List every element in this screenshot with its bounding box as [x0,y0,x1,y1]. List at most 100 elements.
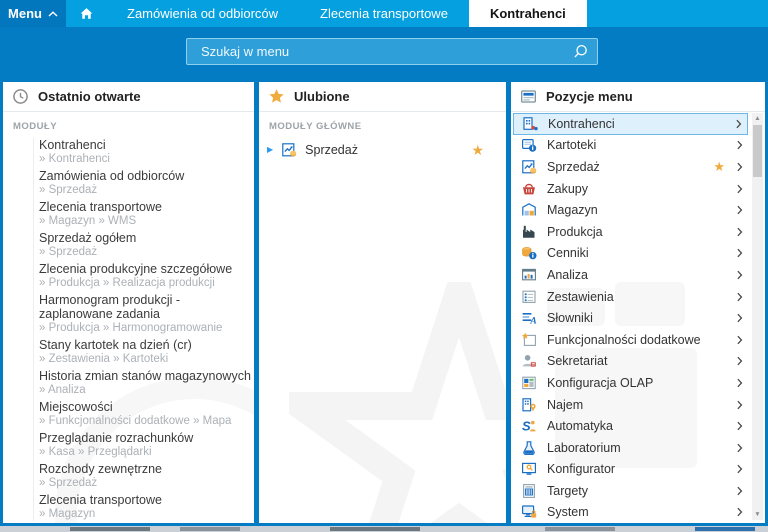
menu-item-magazyn[interactable]: Magazyn [513,199,748,221]
konfigurator-icon [521,461,537,477]
menu-panel: Pozycje menu Kontrahenci Kartoteki Sprzeda… [511,82,765,523]
menu-item-analiza[interactable]: Analiza [513,264,748,286]
scroll-up-button[interactable]: ▲ [754,113,760,124]
recent-item[interactable]: Zlecenia produkcyjne szczegółowe» Produk… [39,262,254,290]
kontrahenci-icon [522,116,538,132]
chevron-right-icon [737,507,743,517]
menu-button[interactable]: Menu [0,0,66,27]
recent-item-title: Rozchody zewnętrzne [39,462,162,476]
recent-item-path: » Sprzedaż [39,246,98,258]
menu-item-label: Automatyka [547,419,614,434]
dodatkowe-icon [521,332,537,348]
favorite-star-icon[interactable]: ★ [713,159,725,175]
menu-item-targety[interactable]: Targety [513,480,748,502]
recent-item-title: Historia zmian stanów magazynowych [39,369,251,383]
recent-item-title: Harmonogram produkcji - zaplanowane zada… [39,293,181,321]
panel-area: Ostatnio otwarte MODUŁY Kontrahenci» Kon… [0,82,768,526]
sprzedaz-icon [281,142,297,158]
recent-item[interactable]: Miejscowości» Funkcjonalności dodatkowe … [39,400,254,428]
menu-item-kartoteki[interactable]: Kartoteki [513,135,748,157]
section-label: MODUŁY [13,121,58,132]
tab-zamowienia-od-odbiorcow[interactable]: Zamówienia od odbiorców [106,0,299,27]
scroll-down-button[interactable]: ▼ [754,509,760,520]
chevron-right-icon [737,270,743,280]
menu-item-produkcja[interactable]: Produkcja [513,221,748,243]
recent-item-title: Zlecenia transportowe [39,200,162,214]
menu-item-label: Kartoteki [547,138,597,153]
recent-item[interactable]: Sprzedaż ogółem» Sprzedaż [39,231,254,259]
menu-item-label: Zestawienia [547,289,614,304]
sprzedaz-icon [521,159,537,175]
recent-item[interactable]: Zlecenia transportowe» Magazyn » WMS [39,200,254,228]
recent-item-path: » Produkcja » Harmonogramowanie [39,322,223,334]
menu-item-najem[interactable]: Najem [513,394,748,416]
scroll-thumb[interactable] [753,125,762,177]
cenniki-icon [521,245,537,261]
chevron-right-icon [737,421,743,431]
home-button[interactable] [66,0,106,27]
menu-item-cenniki[interactable]: Cenniki [513,243,748,265]
favorite-item-sprzedaz[interactable]: ▶ Sprzedaż ★ [259,138,506,162]
menu-item-sekretariat[interactable]: Sekretariat [513,351,748,373]
recent-item[interactable]: Zamówienia od odbiorców» Sprzedaż [39,169,254,197]
menu-item-label: Sekretariat [547,354,608,369]
recent-item[interactable]: Zlecenia transportowe» Magazyn [39,493,254,521]
recent-item-title: Miejscowości [39,400,113,414]
chevron-right-icon [737,356,743,366]
olap-icon [521,375,537,391]
expand-triangle-icon[interactable]: ▶ [267,146,273,154]
chevron-up-icon [48,10,58,17]
panel-title: Ostatnio otwarte [38,89,141,104]
menu-item-sprzedaz[interactable]: Sprzedaż ★ [513,156,748,178]
recent-item-title: Zamówienia od odbiorców [39,169,185,183]
recent-list: Kontrahenci» Kontrahenci Zamówienia od od… [33,138,254,521]
recent-item[interactable]: Przeglądanie rozrachunków» Kasa » Przegl… [39,431,254,459]
chevron-right-icon [737,464,743,474]
menu-item-kontrahenci[interactable]: Kontrahenci [513,113,748,135]
menu-item-konfiguracja-olap[interactable]: Konfiguracja OLAP [513,372,748,394]
recent-item[interactable]: Stany kartotek na dzień (cr)» Zestawieni… [39,338,254,366]
recent-panel: Ostatnio otwarte MODUŁY Kontrahenci» Kon… [3,82,254,523]
menu-item-laboratorium[interactable]: Laboratorium [513,437,748,459]
search-input[interactable] [199,43,571,60]
chevron-right-icon [736,119,742,129]
tab-zlecenia-transportowe[interactable]: Zlecenia transportowe [299,0,469,27]
recent-item[interactable]: Historia zmian stanów magazynowych» Anal… [39,369,254,397]
menu-item-zakupy[interactable]: Zakupy [513,178,748,200]
tab-kontrahenci[interactable]: Kontrahenci [468,0,587,27]
menu-item-label: System [547,505,589,520]
recent-item[interactable]: Harmonogram produkcji - zaplanowane zada… [39,293,254,335]
chevron-right-icon [737,443,743,453]
chevron-right-icon [737,162,743,172]
chevron-right-icon [737,378,743,388]
favorite-star-icon[interactable]: ★ [471,142,484,159]
scrollbar[interactable]: ▲ ▼ [752,113,763,520]
menu-list: Kontrahenci Kartoteki Sprzedaż ★ Zakupy Magaz… [511,112,765,523]
chevron-right-icon [737,486,743,496]
menu-item-slowniki[interactable]: A Słowniki [513,307,748,329]
menu-item-funkcjonalnosci-dodatkowe[interactable]: Funkcjonalności dodatkowe [513,329,748,351]
favorites-list: ▶ Sprzedaż ★ [259,138,506,162]
search-box[interactable] [186,38,598,65]
menu-item-label: Targety [547,483,588,498]
menu-item-zestawienia[interactable]: Zestawienia [513,286,748,308]
menu-item-system[interactable]: System [513,502,748,523]
recent-item-title: Zlecenia transportowe [39,493,162,507]
recent-item-path: » Magazyn [39,508,96,520]
recent-item[interactable]: Rozchody zewnętrzne» Sprzedaż [39,462,254,490]
menu-item-label: Cenniki [547,246,589,261]
menu-item-label: Konfigurator [547,462,616,477]
recent-item-path: » Sprzedaż [39,184,98,196]
menu-item-automatyka[interactable]: S Automatyka [513,415,748,437]
chevron-right-icon [737,140,743,150]
slowniki-icon: A [521,310,537,326]
recent-item-path: » Magazyn » WMS [39,215,137,227]
chevron-right-icon [737,292,743,302]
recent-item[interactable]: Kontrahenci» Kontrahenci [39,138,254,166]
menu-item-konfigurator[interactable]: Konfigurator [513,459,748,481]
chevron-right-icon [737,400,743,410]
recent-item-path: » Kontrahenci [39,153,110,165]
chevron-right-icon [737,205,743,215]
najem-icon [521,397,537,413]
analiza-icon [521,267,537,283]
